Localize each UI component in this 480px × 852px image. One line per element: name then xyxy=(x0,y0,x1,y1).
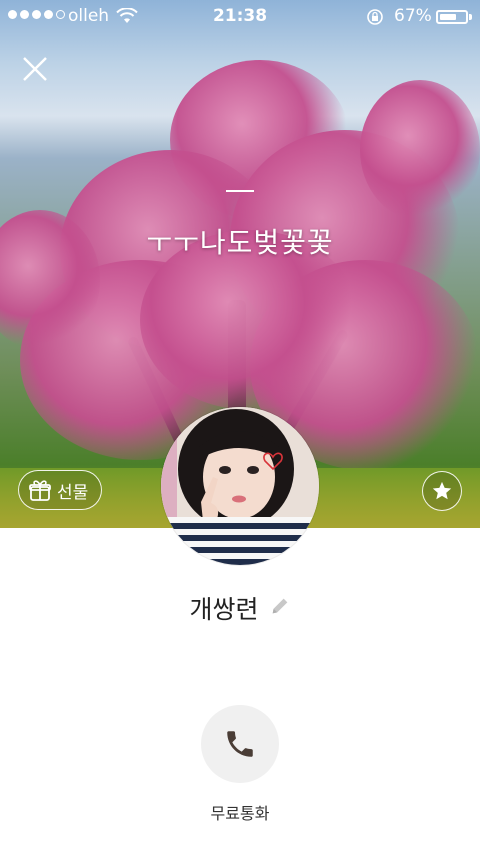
edit-name-button[interactable] xyxy=(269,595,291,621)
profile-name: 개쌍련 xyxy=(189,595,259,624)
gift-icon xyxy=(29,480,51,501)
battery-percentage: 67% xyxy=(394,6,432,26)
profile-avatar[interactable] xyxy=(161,407,319,565)
close-icon xyxy=(23,57,47,81)
rotation-lock-icon xyxy=(366,8,384,31)
free-call-button[interactable] xyxy=(201,705,279,783)
profile-name-row: 개쌍련 xyxy=(0,590,480,626)
status-message: ㅜㅜ나도벚꽃꽃 xyxy=(146,226,334,259)
status-bar: olleh 21:38 67% xyxy=(0,0,480,34)
profile-photo xyxy=(161,407,319,565)
close-button[interactable] xyxy=(18,52,52,86)
phone-icon xyxy=(227,731,253,757)
battery-icon xyxy=(436,10,468,24)
gift-button[interactable]: 선물 xyxy=(18,470,102,510)
free-call-label: 무료통화 xyxy=(210,804,270,823)
star-icon xyxy=(432,481,452,500)
status-message-divider xyxy=(226,190,254,192)
gift-label: 선물 xyxy=(57,482,89,503)
pencil-icon xyxy=(272,598,287,614)
favorite-button[interactable] xyxy=(422,471,462,511)
